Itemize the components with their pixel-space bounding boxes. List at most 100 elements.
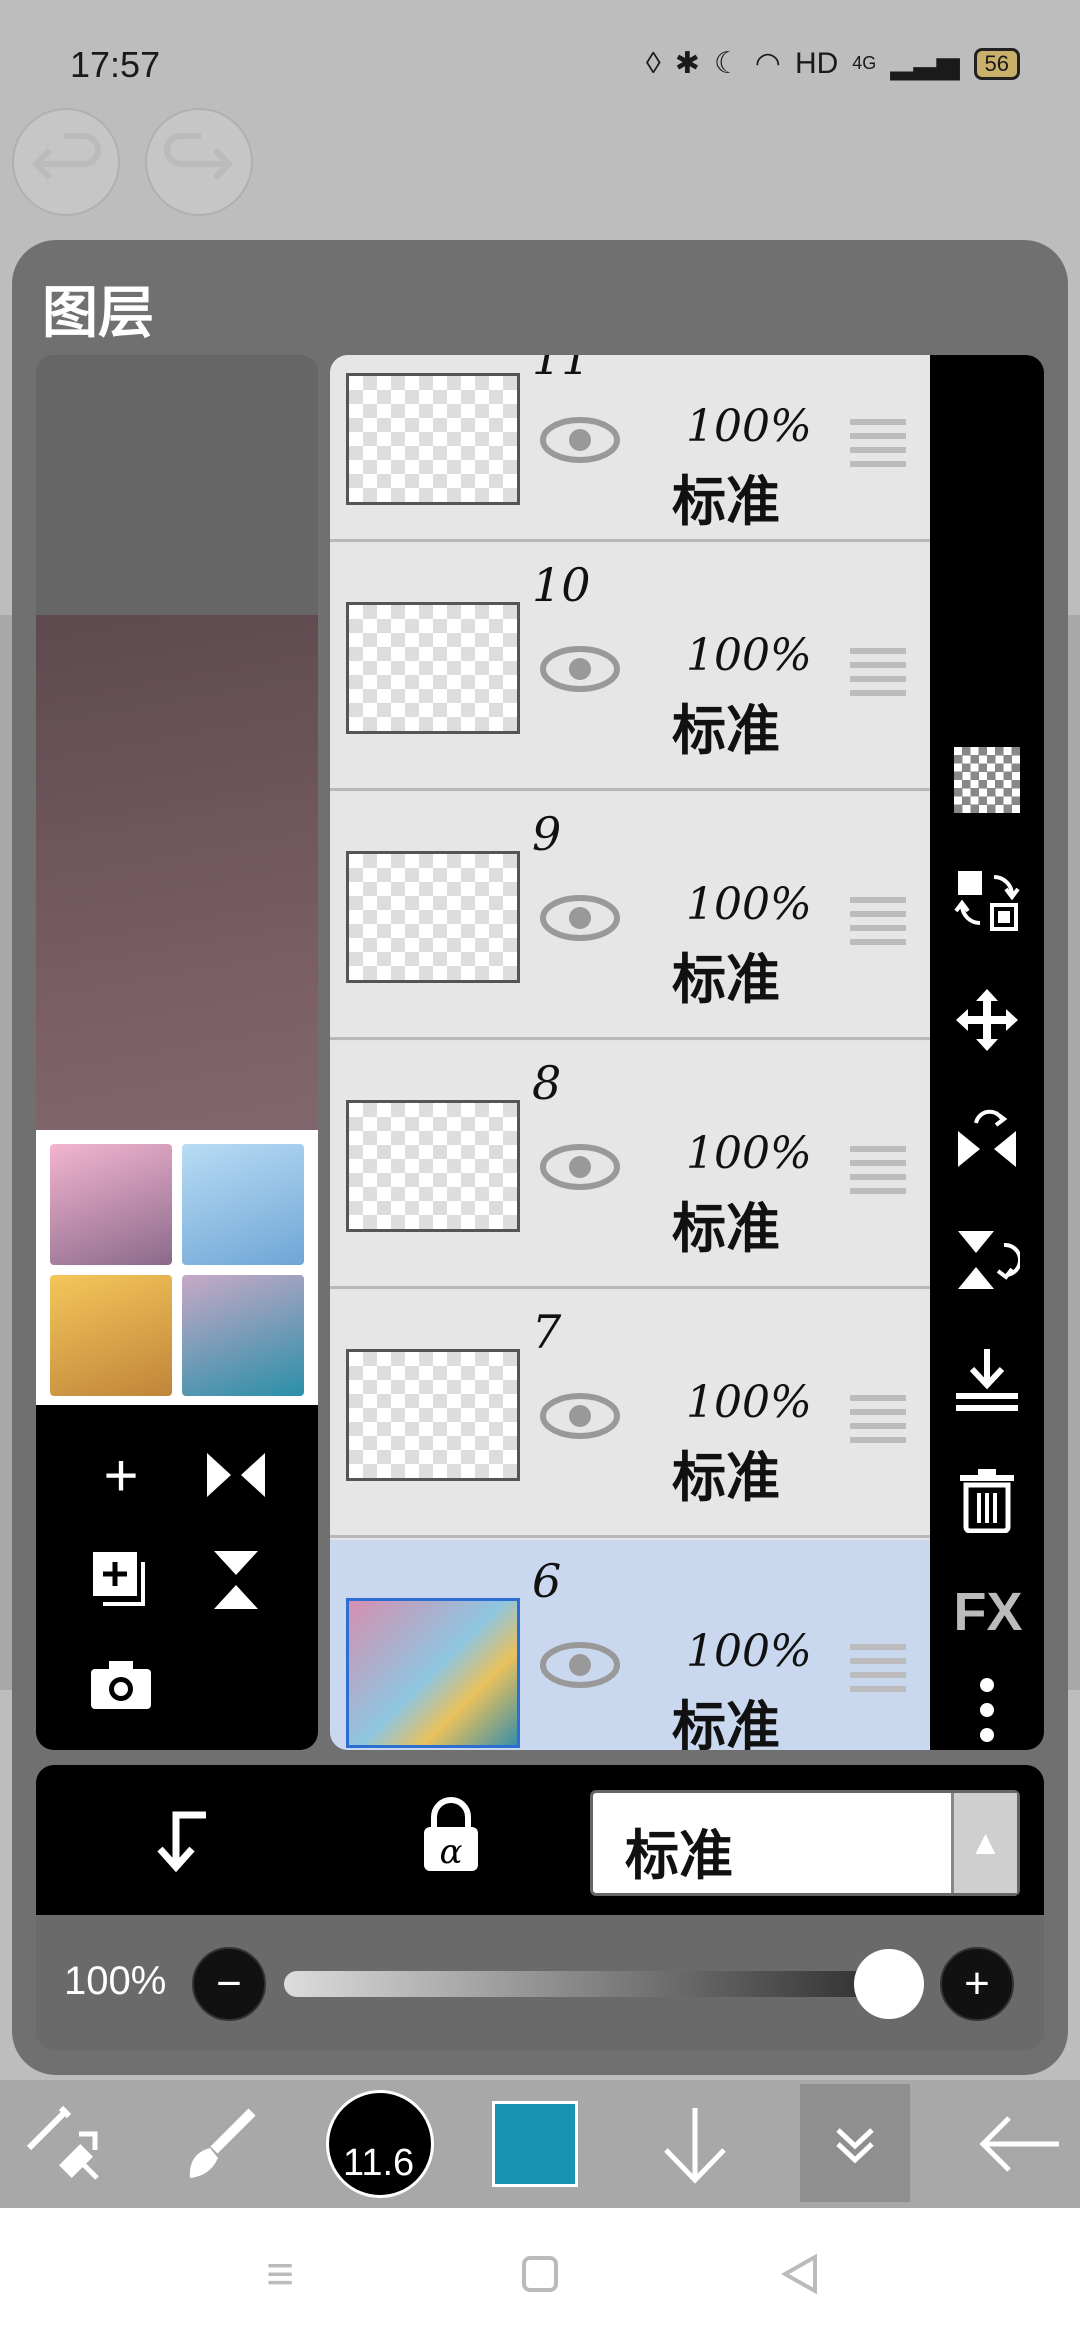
undo-icon xyxy=(31,133,101,181)
redo-button[interactable] xyxy=(145,108,253,216)
layer-number: 9 xyxy=(532,807,562,861)
drag-handle-icon[interactable] xyxy=(850,897,906,945)
visibility-eye-icon[interactable] xyxy=(540,1640,620,1690)
moon-icon: ☾ xyxy=(713,47,741,80)
flip-vertical-icon[interactable] xyxy=(201,1545,271,1615)
transform-tool-icon[interactable] xyxy=(0,2080,130,2208)
merge-down-icon[interactable] xyxy=(952,1345,1022,1415)
layer-thumbnail xyxy=(346,602,520,734)
visibility-eye-icon[interactable] xyxy=(540,1391,620,1441)
layer-opacity: 100% xyxy=(686,401,812,452)
add-layer-button[interactable]: + xyxy=(86,1440,156,1510)
brush-size-button[interactable]: 11.6 xyxy=(320,2080,440,2208)
visibility-eye-icon[interactable] xyxy=(540,415,620,465)
layer-opacity: 100% xyxy=(686,1128,812,1179)
blend-mode-dropdown[interactable]: 标准 ▲ xyxy=(590,1790,1020,1896)
layer-down-icon[interactable] xyxy=(640,2080,750,2208)
opacity-value: 100% xyxy=(64,1959,167,2003)
panel-title: 图层 xyxy=(42,280,154,346)
layer-number: 6 xyxy=(532,1554,562,1608)
layer-thumbnail xyxy=(346,851,520,983)
swap-layer-icon[interactable] xyxy=(952,865,1022,935)
wifi-icon: ◠ xyxy=(754,47,781,80)
alarm-icon: ◊ xyxy=(645,46,661,80)
layer-row[interactable]: 11 100% 标准 xyxy=(330,355,930,542)
layer-number: 8 xyxy=(532,1056,562,1110)
add-layer-copy-button[interactable] xyxy=(86,1545,156,1615)
transparency-checker-icon[interactable] xyxy=(952,745,1022,815)
bottom-toolbar: 11.6 xyxy=(0,2080,1080,2208)
layers-toggle-button[interactable] xyxy=(800,2084,910,2202)
opacity-increase-button[interactable]: + xyxy=(940,1947,1014,2021)
layer-preview: + xyxy=(36,355,318,1750)
network-type: HD xyxy=(794,46,839,80)
back-icon[interactable] xyxy=(760,2208,840,2340)
visibility-eye-icon[interactable] xyxy=(540,644,620,694)
preview-tools: + xyxy=(36,1405,318,1750)
layer-blend-mode: 标准 xyxy=(672,1694,780,1750)
drag-handle-icon[interactable] xyxy=(850,1146,906,1194)
drag-handle-icon[interactable] xyxy=(850,1395,906,1443)
layer-blend-mode: 标准 xyxy=(672,1196,780,1260)
preview-empty-area xyxy=(36,355,318,615)
layer-row[interactable]: 9 100% 标准 xyxy=(330,793,930,1040)
layer-opacity: 100% xyxy=(686,630,812,681)
back-arrow-icon[interactable] xyxy=(960,2080,1080,2208)
bluetooth-icon: ✱ xyxy=(674,47,700,80)
layer-thumbnail xyxy=(346,1100,520,1232)
layer-number: 11 xyxy=(532,355,591,385)
flip-vertical-icon[interactable] xyxy=(952,1225,1022,1295)
layer-row-selected[interactable]: 6 100% 标准 xyxy=(330,1540,930,1750)
layer-row[interactable]: 7 100% 标准 xyxy=(330,1291,930,1538)
layer-row[interactable]: 8 100% 标准 xyxy=(330,1042,930,1289)
opacity-control: 100% − + xyxy=(36,1915,1044,2050)
color-swatch-button[interactable] xyxy=(480,2080,590,2208)
flip-horizontal-icon[interactable] xyxy=(952,1105,1022,1175)
flip-horizontal-icon[interactable] xyxy=(201,1440,271,1510)
layer-opacity: 100% xyxy=(686,1626,812,1677)
signal-icon: ▂▃▅ xyxy=(890,47,960,80)
brush-tool-icon[interactable] xyxy=(160,2080,280,2208)
dropdown-arrow-icon[interactable]: ▲ xyxy=(951,1793,1017,1893)
redo-icon xyxy=(164,133,234,181)
layer-list[interactable]: 11 100% 标准 10 100% 标准 9 100% 标准 8 100% 标… xyxy=(330,355,930,1750)
status-time: 17:57 xyxy=(70,44,161,85)
fx-button[interactable]: FX xyxy=(942,1577,1034,1647)
drag-handle-icon[interactable] xyxy=(850,648,906,696)
opacity-decrease-button[interactable]: − xyxy=(192,1947,266,2021)
layer-blend-mode: 标准 xyxy=(672,698,780,762)
layer-opacity: 100% xyxy=(686,1377,812,1428)
undo-button[interactable] xyxy=(12,108,120,216)
opacity-slider[interactable] xyxy=(284,1949,924,2019)
layer-number: 7 xyxy=(532,1305,562,1359)
brush-size-value: 11.6 xyxy=(343,2142,415,2184)
delete-layer-icon[interactable] xyxy=(952,1465,1022,1535)
visibility-eye-icon[interactable] xyxy=(540,1142,620,1192)
camera-icon[interactable] xyxy=(86,1650,156,1720)
move-icon[interactable] xyxy=(952,985,1022,1055)
clipping-button[interactable] xyxy=(146,1805,216,1880)
drag-handle-icon[interactable] xyxy=(850,419,906,467)
collapse-icon xyxy=(836,2128,874,2164)
alpha-lock-icon: α xyxy=(424,1797,478,1872)
more-options-icon[interactable] xyxy=(952,1675,1022,1745)
alpha-lock-button[interactable]: α xyxy=(416,1795,486,1880)
home-icon[interactable] xyxy=(500,2208,580,2340)
visibility-eye-icon[interactable] xyxy=(540,893,620,943)
thumb-character-3 xyxy=(50,1275,172,1396)
thumb-character-4 xyxy=(182,1275,304,1396)
menu-icon[interactable]: ≡ xyxy=(240,2208,320,2340)
layer-tools-sidebar: FX xyxy=(930,355,1044,1750)
drag-handle-icon[interactable] xyxy=(850,1644,906,1692)
system-navigation-bar: ≡ xyxy=(0,2208,1080,2340)
signal-type: 4G xyxy=(852,53,877,73)
current-color-swatch xyxy=(492,2101,578,2187)
layer-opacity: 100% xyxy=(686,879,812,930)
battery-icon: 56 xyxy=(973,47,1020,80)
status-icons: ◊ ✱ ☾ ◠ HD 4G ▂▃▅ 56 xyxy=(646,46,1020,81)
layer-blend-mode: 标准 xyxy=(672,947,780,1011)
layer-blend-mode: 标准 xyxy=(672,469,780,533)
canvas-thumbnail[interactable] xyxy=(36,1130,318,1410)
opacity-slider-knob[interactable] xyxy=(854,1949,924,2019)
layer-row[interactable]: 10 100% 标准 xyxy=(330,544,930,791)
